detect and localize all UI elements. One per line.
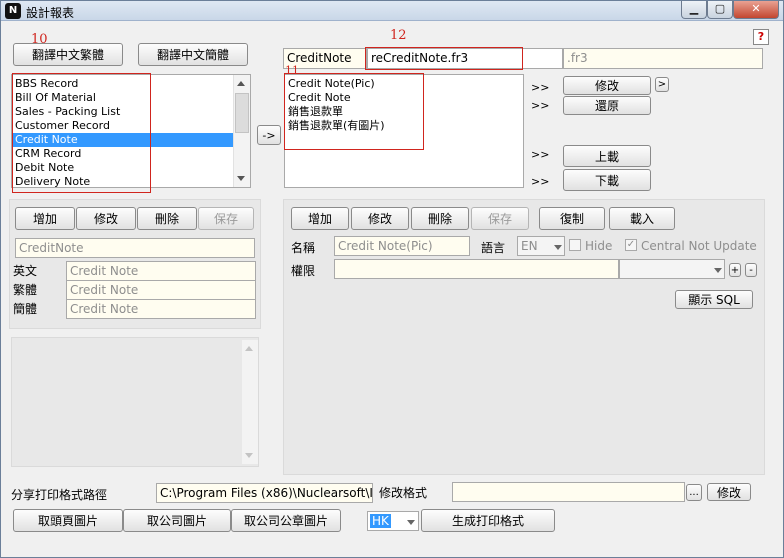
left-edit-button[interactable]: 修改 <box>76 207 136 230</box>
scroll-down-icon[interactable] <box>245 453 253 458</box>
row-marker: >> <box>531 99 550 112</box>
format-edit-button[interactable]: 修改 <box>563 76 651 95</box>
close-button[interactable]: ✕ <box>733 1 779 19</box>
scroll-up-icon[interactable] <box>245 346 253 351</box>
category-item[interactable]: Sales - Packing List <box>12 105 250 119</box>
permission-field[interactable] <box>334 259 619 279</box>
row-marker: >> <box>531 175 550 188</box>
left-lower-panel <box>11 337 259 467</box>
add-permission-button[interactable]: + <box>729 263 741 277</box>
restore-button[interactable]: 還原 <box>563 96 651 115</box>
format-item[interactable]: Credit Note <box>285 91 523 105</box>
translate-simplified-button[interactable]: 翻譯中文簡體 <box>138 43 248 66</box>
code-field[interactable]: CreditNote <box>15 238 255 258</box>
minimize-button[interactable]: ▁ <box>681 1 707 19</box>
row-marker: >> <box>531 81 550 94</box>
format-item[interactable]: 銷售退款單(有圖片) <box>285 119 523 133</box>
scroll-thumb[interactable] <box>235 93 249 133</box>
browse-button[interactable]: ... <box>686 484 702 501</box>
modify-format-field[interactable] <box>452 482 685 502</box>
window-title: 設計報表 <box>26 6 75 20</box>
traditional-label: 繁體 <box>13 283 38 297</box>
format-list[interactable]: Credit Note(Pic) Credit Note 銷售退款單 銷售退款單(有圖… <box>284 74 524 188</box>
company-image-button[interactable]: 取公司圖片 <box>123 509 231 532</box>
language-value: EN <box>521 239 538 253</box>
copy-button[interactable]: 復制 <box>539 207 605 230</box>
category-item[interactable]: BBS Record <box>12 77 250 91</box>
left-add-button[interactable]: 增加 <box>15 207 75 230</box>
category-items: BBS Record Bill Of Material Sales - Packin… <box>12 75 250 187</box>
hide-checkbox[interactable] <box>569 239 581 251</box>
design-report-window: N 設計報表 ▁ ▢ ✕ ? 翻譯中文繁體 翻譯中文簡體 BBS Record B… <box>0 0 784 558</box>
right-edit-button[interactable]: 修改 <box>351 207 409 230</box>
transfer-button[interactable]: -> <box>257 125 281 145</box>
app-logo-icon: N <box>5 3 21 19</box>
scroll-down-icon[interactable] <box>237 176 245 181</box>
english-label: 英文 <box>13 264 38 278</box>
region-select[interactable]: HK <box>367 511 419 531</box>
annotation-number-10: 10 <box>31 32 48 47</box>
category-item[interactable]: Customer Record <box>12 119 250 133</box>
right-save-button[interactable]: 保存 <box>471 207 529 230</box>
left-delete-button[interactable]: 刪除 <box>137 207 197 230</box>
category-item[interactable]: CRM Record <box>12 147 250 161</box>
company-seal-button[interactable]: 取公司公章圖片 <box>231 509 341 532</box>
share-path-field[interactable]: C:\Program Files (x86)\Nuclearsoft\Inve <box>156 483 373 503</box>
modify-format-label: 修改格式 <box>379 486 428 500</box>
category-item[interactable]: Credit Note <box>12 133 250 147</box>
language-select[interactable]: EN <box>517 236 565 256</box>
generate-format-button[interactable]: 生成打印格式 <box>421 509 555 532</box>
english-field[interactable]: Credit Note <box>66 261 256 281</box>
upload-button[interactable]: 上載 <box>563 145 651 167</box>
permission-label: 權限 <box>291 264 316 278</box>
region-value: HK <box>370 514 391 528</box>
name-field[interactable]: Credit Note(Pic) <box>334 236 470 256</box>
annotation-number-12: 12 <box>390 28 407 43</box>
annotation-number-11: 11 <box>285 64 299 77</box>
modify-format-button[interactable]: 修改 <box>707 483 751 501</box>
permission-select[interactable] <box>619 259 725 279</box>
row-marker: >> <box>531 148 550 161</box>
chevron-down-icon <box>554 245 562 250</box>
category-scrollbar[interactable] <box>233 75 250 187</box>
central-checkbox[interactable]: ✓ <box>625 239 637 251</box>
remove-permission-button[interactable]: - <box>745 263 757 277</box>
hide-label: Hide <box>585 239 613 253</box>
name-label: 名稱 <box>291 241 316 255</box>
chevron-down-icon <box>714 268 722 273</box>
format-more-button[interactable]: > <box>655 77 669 92</box>
header-image-button[interactable]: 取頭頁圖片 <box>13 509 123 532</box>
traditional-field[interactable]: Credit Note <box>66 280 256 300</box>
import-button[interactable]: 載入 <box>609 207 675 230</box>
right-add-button[interactable]: 增加 <box>291 207 349 230</box>
right-delete-button[interactable]: 刪除 <box>411 207 469 230</box>
format-item[interactable]: Credit Note(Pic) <box>285 77 523 91</box>
left-save-button[interactable]: 保存 <box>198 207 254 230</box>
left-lower-scrollbar[interactable] <box>242 340 258 464</box>
format-items: Credit Note(Pic) Credit Note 銷售退款單 銷售退款單(有圖… <box>285 75 523 133</box>
scroll-up-icon[interactable] <box>237 81 245 86</box>
report-file-field[interactable]: reCreditNote.fr3 <box>367 48 563 69</box>
category-item[interactable]: Bill Of Material <box>12 91 250 105</box>
chevron-down-icon <box>407 520 415 525</box>
simplified-label: 簡體 <box>13 302 38 316</box>
category-list[interactable]: BBS Record Bill Of Material Sales - Packin… <box>11 74 251 188</box>
format-item[interactable]: 銷售退款單 <box>285 105 523 119</box>
category-item[interactable]: Delivery Note <box>12 175 250 187</box>
translate-traditional-button[interactable]: 翻譯中文繁體 <box>13 43 123 66</box>
language-label: 語言 <box>481 241 506 255</box>
central-label: Central Not Update <box>641 239 757 253</box>
category-item[interactable]: Debit Note <box>12 161 250 175</box>
title-bar: N 設計報表 ▁ ▢ ✕ <box>1 1 783 21</box>
help-icon[interactable]: ? <box>753 29 769 45</box>
download-button[interactable]: 下載 <box>563 169 651 191</box>
show-sql-button[interactable]: 顯示 SQL <box>675 290 753 309</box>
maximize-button[interactable]: ▢ <box>707 1 733 19</box>
simplified-field[interactable]: Credit Note <box>66 299 256 319</box>
share-path-label: 分享打印格式路徑 <box>11 488 108 502</box>
report-ext-field: .fr3 <box>563 48 763 69</box>
